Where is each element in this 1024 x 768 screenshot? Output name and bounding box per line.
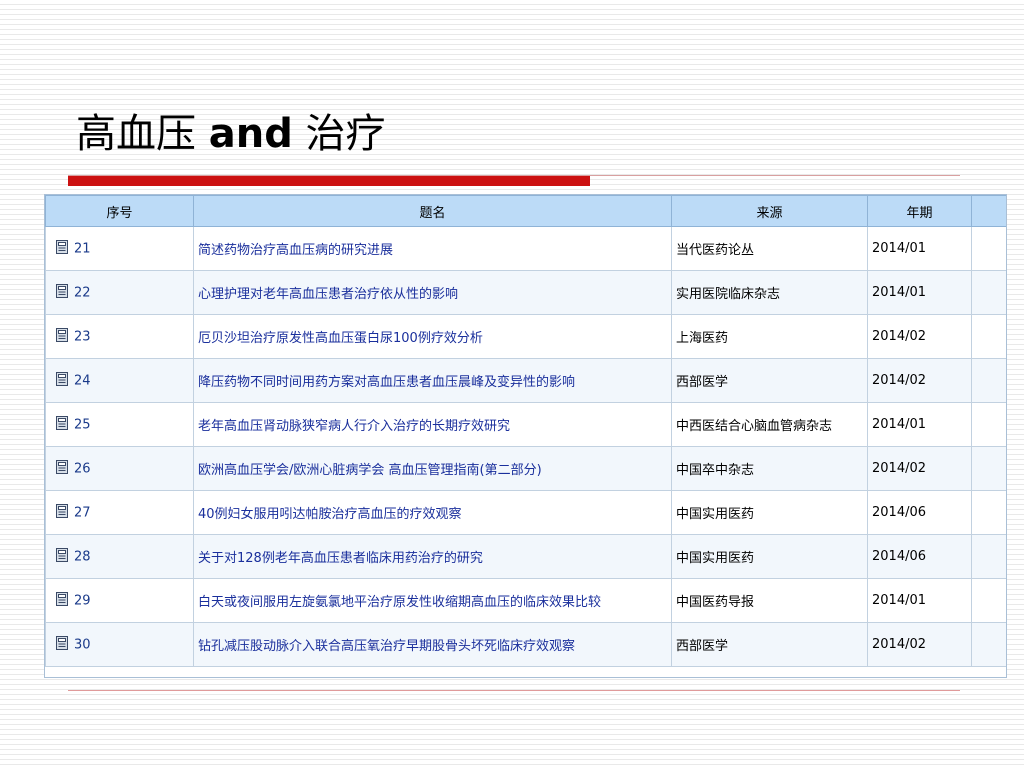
row-title-link[interactable]: 简述药物治疗高血压病的研究进展 (193, 226, 672, 271)
row-year-issue: 2014/06 (867, 534, 972, 579)
row-serial-number: 29 (74, 593, 91, 608)
row-serial-number: 27 (74, 505, 91, 520)
title-underline-accent (68, 176, 590, 186)
row-extra (971, 622, 1006, 667)
row-serial-number: 26 (74, 461, 91, 476)
row-source: 实用医院临床杂志 (671, 270, 868, 315)
document-icon[interactable] (56, 635, 68, 654)
row-serial: 30 (45, 622, 194, 667)
row-title-link[interactable]: 白天或夜间服用左旋氨氯地平治疗原发性收缩期高血压的临床效果比较 (193, 578, 672, 623)
row-serial: 27 (45, 490, 194, 535)
row-serial-number: 28 (74, 549, 91, 564)
row-source: 中西医结合心脑血管病杂志 (671, 402, 868, 447)
row-serial: 26 (45, 446, 194, 491)
row-source: 当代医药论丛 (671, 226, 868, 271)
document-icon[interactable] (56, 283, 68, 302)
row-serial-number: 21 (74, 241, 91, 256)
document-icon[interactable] (56, 415, 68, 434)
table-row: 21 简述药物治疗高血压病的研究进展 当代医药论丛 2014/01 (45, 226, 1006, 271)
row-source: 中国实用医药 (671, 490, 868, 535)
table-header-row: 序号 题名 来源 年期 (45, 195, 1006, 227)
row-title-link[interactable]: 降压药物不同时间用药方案对高血压患者血压晨峰及变异性的影响 (193, 358, 672, 403)
row-source: 西部医学 (671, 622, 868, 667)
row-year-issue: 2014/02 (867, 622, 972, 667)
row-source: 上海医药 (671, 314, 868, 359)
header-year-issue[interactable]: 年期 (867, 195, 972, 227)
table-row: 23 厄贝沙坦治疗原发性高血压蛋白尿100例疗效分析 上海医药 2014/02 (45, 314, 1006, 359)
row-year-issue: 2014/02 (867, 446, 972, 491)
row-source: 西部医学 (671, 358, 868, 403)
table-body: 21 简述药物治疗高血压病的研究进展 当代医药论丛 2014/01 22 心理护… (45, 226, 1006, 667)
slide-title-en: and (208, 111, 293, 157)
row-title-link[interactable]: 心理护理对老年高血压患者治疗依从性的影响 (193, 270, 672, 315)
table-row: 26 欧洲高血压学会/欧洲心脏病学会 高血压管理指南(第二部分) 中国卒中杂志 … (45, 446, 1006, 491)
table-row: 27 40例妇女服用吲达帕胺治疗高血压的疗效观察 中国实用医药 2014/06 (45, 490, 1006, 535)
row-extra (971, 358, 1006, 403)
row-serial-number: 30 (74, 637, 91, 652)
row-year-issue: 2014/01 (867, 402, 972, 447)
document-icon[interactable] (56, 503, 68, 522)
table-row: 29 白天或夜间服用左旋氨氯地平治疗原发性收缩期高血压的临床效果比较 中国医药导… (45, 578, 1006, 623)
document-icon[interactable] (56, 371, 68, 390)
row-extra (971, 270, 1006, 315)
row-serial: 25 (45, 402, 194, 447)
slide-title-cn-1: 高血压 (76, 111, 196, 157)
row-serial-number: 25 (74, 417, 91, 432)
row-title-link[interactable]: 欧洲高血压学会/欧洲心脏病学会 高血压管理指南(第二部分) (193, 446, 672, 491)
row-title-link[interactable]: 老年高血压肾动脉狭窄病人行介入治疗的长期疗效研究 (193, 402, 672, 447)
header-source[interactable]: 来源 (671, 195, 868, 227)
row-serial: 22 (45, 270, 194, 315)
bottom-divider (68, 690, 960, 691)
slide-title-cn-2: 治疗 (305, 111, 386, 157)
row-serial: 23 (45, 314, 194, 359)
document-icon[interactable] (56, 591, 68, 610)
row-year-issue: 2014/02 (867, 314, 972, 359)
row-extra (971, 446, 1006, 491)
row-serial: 21 (45, 226, 194, 271)
slide-title: 高血压 and 治疗 (76, 110, 386, 158)
table-row: 25 老年高血压肾动脉狭窄病人行介入治疗的长期疗效研究 中西医结合心脑血管病杂志… (45, 402, 1006, 447)
results-table: 序号 题名 来源 年期 21 简述药物治疗高血压病的研究进展 当代医药论丛 20… (45, 195, 1006, 667)
row-extra (971, 534, 1006, 579)
row-title-link[interactable]: 40例妇女服用吲达帕胺治疗高血压的疗效观察 (193, 490, 672, 535)
row-year-issue: 2014/01 (867, 578, 972, 623)
row-extra (971, 402, 1006, 447)
row-extra (971, 490, 1006, 535)
row-title-link[interactable]: 关于对128例老年高血压患者临床用药治疗的研究 (193, 534, 672, 579)
row-serial: 29 (45, 578, 194, 623)
table-row: 22 心理护理对老年高血压患者治疗依从性的影响 实用医院临床杂志 2014/01 (45, 270, 1006, 315)
table-row: 28 关于对128例老年高血压患者临床用药治疗的研究 中国实用医药 2014/0… (45, 534, 1006, 579)
row-serial: 24 (45, 358, 194, 403)
search-results-table: 序号 题名 来源 年期 21 简述药物治疗高血压病的研究进展 当代医药论丛 20… (44, 194, 1007, 678)
row-title-link[interactable]: 厄贝沙坦治疗原发性高血压蛋白尿100例疗效分析 (193, 314, 672, 359)
table-row: 30 钻孔减压股动脉介入联合高压氧治疗早期股骨头坏死临床疗效观察 西部医学 20… (45, 622, 1006, 667)
row-serial-number: 22 (74, 285, 91, 300)
row-year-issue: 2014/02 (867, 358, 972, 403)
document-icon[interactable] (56, 327, 68, 346)
row-title-link[interactable]: 钻孔减压股动脉介入联合高压氧治疗早期股骨头坏死临床疗效观察 (193, 622, 672, 667)
row-year-issue: 2014/06 (867, 490, 972, 535)
table-row: 24 降压药物不同时间用药方案对高血压患者血压晨峰及变异性的影响 西部医学 20… (45, 358, 1006, 403)
row-serial-number: 24 (74, 373, 91, 388)
header-extra (971, 195, 1006, 227)
row-extra (971, 578, 1006, 623)
document-icon[interactable] (56, 547, 68, 566)
row-source: 中国卒中杂志 (671, 446, 868, 491)
header-serial[interactable]: 序号 (45, 195, 194, 227)
header-title[interactable]: 题名 (193, 195, 672, 227)
row-source: 中国实用医药 (671, 534, 868, 579)
document-icon[interactable] (56, 459, 68, 478)
row-serial: 28 (45, 534, 194, 579)
row-extra (971, 314, 1006, 359)
row-year-issue: 2014/01 (867, 270, 972, 315)
row-source: 中国医药导报 (671, 578, 868, 623)
row-extra (971, 226, 1006, 271)
row-serial-number: 23 (74, 329, 91, 344)
document-icon[interactable] (56, 239, 68, 258)
row-year-issue: 2014/01 (867, 226, 972, 271)
